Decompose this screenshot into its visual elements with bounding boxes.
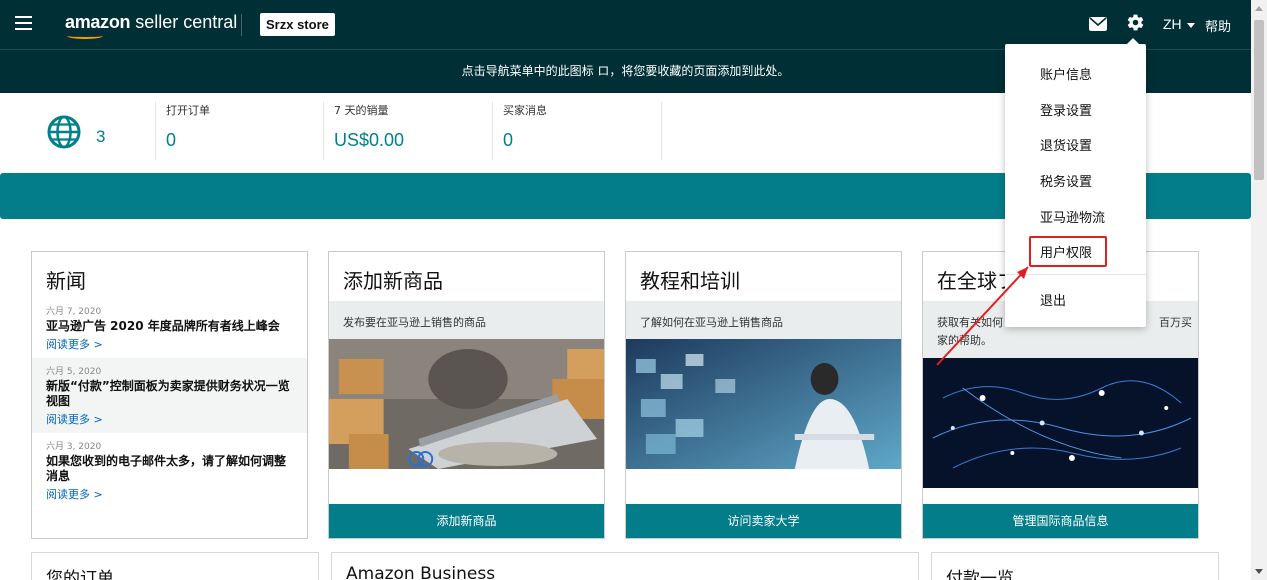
news-item: 六月 5, 2020 新版“付款”控制面板为卖家提供财务状况一览视图 阅读更多 …: [32, 358, 307, 433]
gear-icon[interactable]: [1126, 13, 1145, 32]
scroll-thumb[interactable]: [1254, 20, 1264, 180]
amazon-business-card: Amazon Business: [331, 552, 919, 580]
read-more-link[interactable]: 阅读更多 >: [46, 411, 293, 427]
tutorials-image: [626, 339, 901, 469]
language-label: ZH: [1163, 16, 1182, 32]
card-description: 了解如何在亚马逊上销售商品: [626, 301, 901, 339]
news-card-title: 新闻: [46, 269, 86, 293]
global-map-image: [923, 358, 1198, 488]
stat-value: 0: [503, 130, 514, 150]
add-product-button[interactable]: 添加新商品: [329, 504, 604, 538]
news-headline[interactable]: 新版“付款”控制面板为卖家提供财务状况一览视图: [46, 379, 293, 409]
top-navigation-bar: amazon seller central Srzx store ZH 帮助: [0, 0, 1251, 49]
news-item: 六月 3, 2020 如果您收到的电子邮件太多，请了解如何调整消息 阅读更多 >: [32, 433, 307, 508]
add-product-card: 添加新商品 发布要在亚马逊上销售的商品 添加新商品: [328, 251, 605, 539]
news-headline[interactable]: 如果您收到的电子邮件太多，请了解如何调整消息: [46, 454, 293, 484]
amazon-business-title: Amazon Business: [346, 564, 496, 580]
help-link[interactable]: 帮助: [1205, 16, 1231, 35]
your-orders-card: 您的订单: [31, 552, 319, 580]
add-product-image: [329, 339, 604, 469]
seller-university-button[interactable]: 访问卖家大学: [626, 504, 901, 538]
scroll-down-icon[interactable]: [1255, 569, 1263, 574]
menu-item-return-settings[interactable]: 退货设置: [1040, 135, 1092, 154]
menu-item-account-info[interactable]: 账户信息: [1040, 64, 1092, 83]
stat-value: US$0.00: [334, 130, 405, 150]
news-card: 新闻 六月 7, 2020 亚马逊广告 2020 年度品牌所有者线上峰会 阅读更…: [31, 251, 308, 539]
language-selector[interactable]: ZH: [1163, 16, 1195, 32]
stat-label: 买家消息: [503, 104, 547, 117]
your-orders-title: 您的订单: [46, 569, 114, 580]
news-date: 六月 3, 2020: [46, 442, 102, 452]
logo-product: seller central: [130, 12, 238, 32]
card-description-end: 百万买: [1159, 316, 1192, 329]
news-headline[interactable]: 亚马逊广告 2020 年度品牌所有者线上峰会: [46, 319, 293, 334]
card-description: 发布要在亚马逊上销售的商品: [329, 301, 604, 339]
bookmark-hint-text: 点击导航菜单中的此图标 ロ，将您要收藏的页面添加到此处。: [461, 64, 790, 78]
menu-item-fba[interactable]: 亚马逊物流: [1040, 207, 1105, 226]
payments-summary-card: 付款一览: [931, 552, 1219, 580]
stat-label: 7 天的销量: [334, 104, 389, 117]
stat-label: 打开订单: [166, 104, 210, 117]
scroll-up-icon[interactable]: [1255, 6, 1263, 11]
globe-icon[interactable]: [47, 115, 81, 149]
stat-sales-7-days[interactable]: 7 天的销量 US$0.00: [323, 102, 493, 160]
marketplace-count[interactable]: 3: [96, 127, 105, 147]
news-item: 六月 7, 2020 亚马逊广告 2020 年度品牌所有者线上峰会 阅读更多 >: [32, 298, 307, 358]
news-date: 六月 7, 2020: [46, 307, 102, 317]
tutorials-card: 教程和培训 了解如何在亚马逊上销售商品 访问卖家大学: [625, 251, 902, 539]
menu-item-logout[interactable]: 退出: [1040, 290, 1066, 309]
hamburger-menu-icon[interactable]: [15, 16, 32, 30]
logo-smile: [67, 33, 103, 39]
logo-divider: [241, 14, 242, 36]
read-more-link[interactable]: 阅读更多 >: [46, 336, 293, 352]
mail-icon[interactable]: [1089, 17, 1107, 31]
menu-item-login-settings[interactable]: 登录设置: [1040, 100, 1092, 119]
menu-item-tax-settings[interactable]: 税务设置: [1040, 171, 1092, 190]
stat-buyer-messages[interactable]: 买家消息 0: [492, 102, 662, 160]
payments-summary-title: 付款一览: [946, 569, 1014, 580]
stat-value: 0: [166, 130, 177, 150]
stat-open-orders[interactable]: 打开订单 0: [155, 102, 325, 160]
seller-central-logo[interactable]: amazon seller central: [65, 12, 238, 39]
chevron-down-icon: [1186, 22, 1195, 28]
annotation-highlight-box: [1029, 236, 1107, 267]
manage-international-listings-button[interactable]: 管理国际商品信息: [923, 504, 1198, 538]
store-switcher[interactable]: Srzx store: [260, 13, 335, 36]
news-date: 六月 5, 2020: [46, 367, 102, 377]
page-scrollbar[interactable]: [1251, 0, 1267, 580]
logo-brand: amazon: [65, 12, 131, 32]
read-more-link[interactable]: 阅读更多 >: [46, 486, 293, 502]
card-title: 添加新商品: [343, 269, 443, 293]
annotation-arrow: [936, 266, 1029, 366]
card-title: 教程和培训: [640, 269, 740, 293]
